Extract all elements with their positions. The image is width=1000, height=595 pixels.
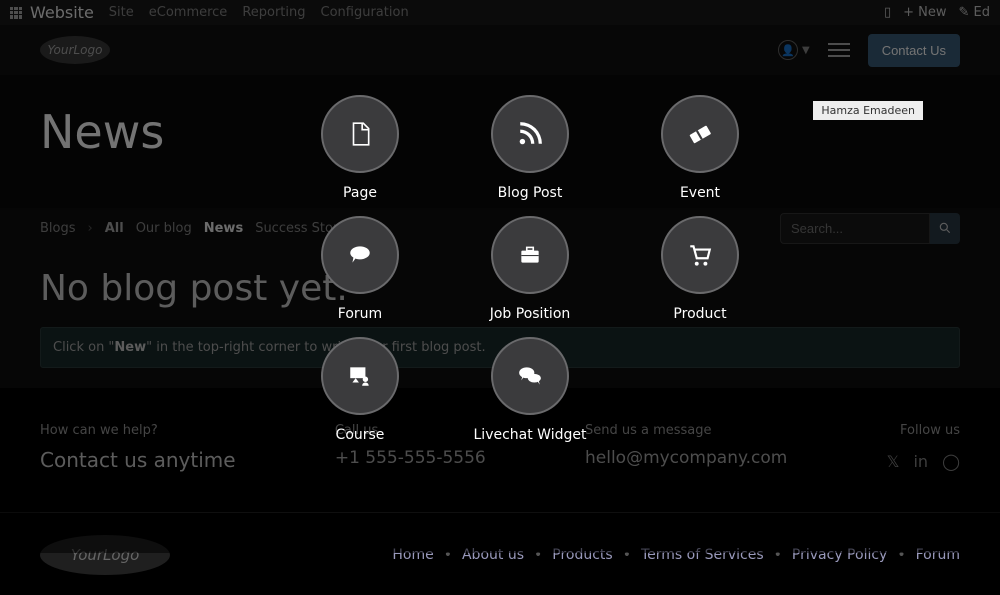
new-job-position[interactable]: Job Position	[490, 216, 571, 322]
new-content-grid: Page Blog Post Event Forum Job Position …	[275, 95, 785, 443]
new-forum[interactable]: Forum	[321, 216, 399, 322]
user-tooltip: Hamza Emadeen	[813, 101, 923, 120]
modal-overlay[interactable]: Hamza Emadeen Page Blog Post Event Forum…	[0, 0, 1000, 553]
cart-icon	[687, 242, 713, 268]
new-page[interactable]: Page	[321, 95, 399, 201]
chat-icon	[517, 363, 543, 389]
new-product[interactable]: Product	[661, 216, 739, 322]
new-livechat-widget[interactable]: Livechat Widget	[474, 337, 587, 443]
speech-icon	[347, 242, 373, 268]
new-blog-post[interactable]: Blog Post	[491, 95, 569, 201]
briefcase-icon	[517, 242, 543, 268]
ticket-icon	[682, 116, 718, 152]
course-icon	[347, 363, 373, 389]
new-course[interactable]: Course	[321, 337, 399, 443]
new-event[interactable]: Event	[661, 95, 739, 201]
rss-icon	[517, 121, 543, 147]
page-icon	[347, 121, 373, 147]
